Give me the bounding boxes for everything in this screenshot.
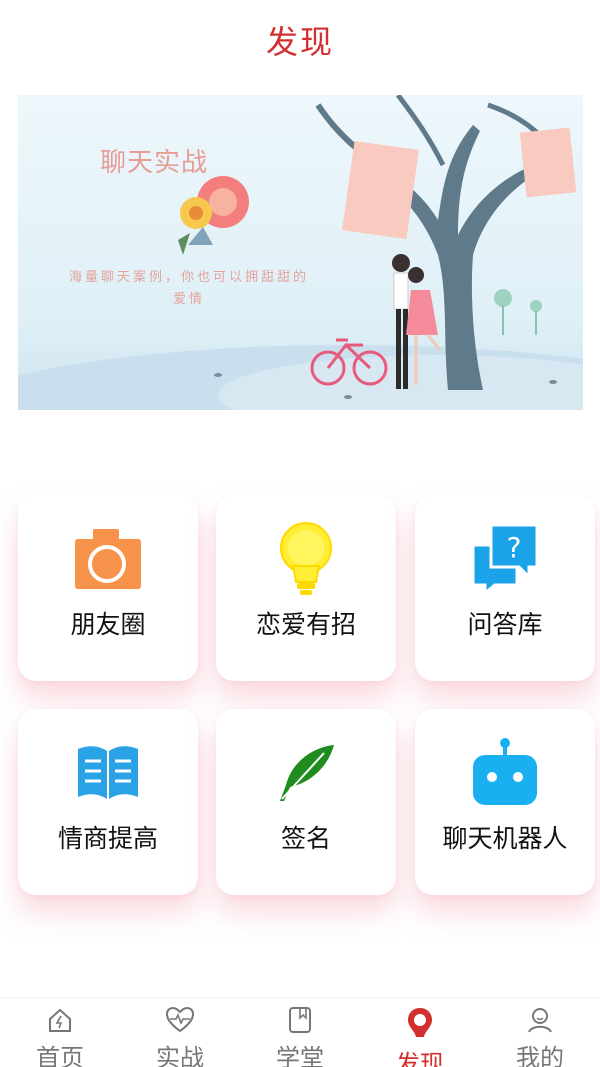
- bulb-pin-icon: [403, 1006, 437, 1040]
- feature-label: 情商提高: [57, 824, 158, 853]
- feature-label: 朋友圈: [70, 610, 146, 639]
- feature-moments[interactable]: 朋友圈: [18, 495, 198, 681]
- banner-carousel[interactable]: 聊天实战 海量聊天案例，你也可以拥甜甜的爱情: [18, 95, 583, 410]
- banner-subtitle: 海量聊天案例，你也可以拥甜甜的爱情: [68, 270, 309, 307]
- home-icon: [43, 1006, 77, 1034]
- feature-label: 聊天机器人: [442, 824, 568, 853]
- question-chat-icon: ?: [465, 519, 545, 599]
- feature-label: 恋爱有招: [255, 610, 356, 639]
- tab-label: 首页: [36, 1044, 84, 1067]
- feature-signature[interactable]: 签名: [216, 709, 396, 895]
- bottom-tab-bar: 首页 实战 学堂 发现 我的: [0, 997, 600, 1067]
- feature-qa-library[interactable]: ? 问答库: [415, 495, 595, 681]
- tab-label: 我的: [516, 1044, 564, 1067]
- top-bar: 发现: [0, 0, 600, 80]
- tab-school[interactable]: 学堂: [240, 998, 360, 1067]
- tab-practice[interactable]: 实战: [120, 998, 240, 1067]
- tab-home[interactable]: 首页: [0, 998, 120, 1067]
- svg-text:?: ?: [507, 531, 522, 564]
- camera-icon: [68, 519, 148, 599]
- feature-love-tips[interactable]: 恋爱有招: [216, 495, 396, 681]
- notebook-icon: [283, 1006, 317, 1034]
- page-title: 发现: [265, 23, 334, 61]
- feature-label: 签名: [280, 824, 331, 853]
- robot-icon: [465, 733, 545, 813]
- tab-label: 学堂: [276, 1044, 324, 1067]
- feature-eq-improve[interactable]: 情商提高: [18, 709, 198, 895]
- user-icon: [523, 1006, 557, 1034]
- banner-title: 聊天实战: [100, 148, 209, 178]
- book-icon: [68, 733, 148, 813]
- tab-discover[interactable]: 发现: [360, 998, 480, 1067]
- lightbulb-icon: [266, 519, 346, 599]
- heartbeat-icon: [163, 1006, 197, 1034]
- tab-label: 发现: [396, 1050, 444, 1067]
- feature-label: 问答库: [467, 610, 543, 639]
- feather-icon: [266, 733, 346, 813]
- tab-mine[interactable]: 我的: [480, 998, 600, 1067]
- feature-chatbot[interactable]: 聊天机器人: [415, 709, 595, 895]
- tab-label: 实战: [156, 1044, 204, 1067]
